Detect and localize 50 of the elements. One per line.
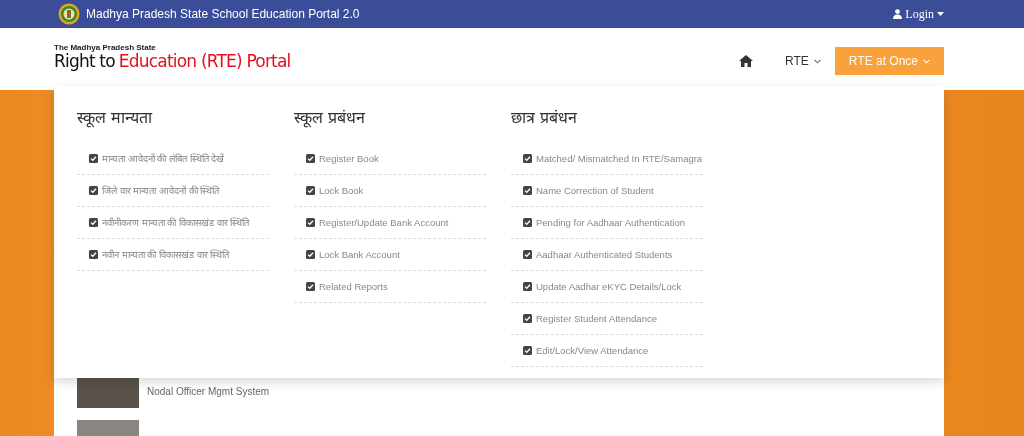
check-square-icon bbox=[523, 154, 532, 163]
logo-tagline: The Madhya Pradesh State bbox=[54, 43, 157, 53]
user-icon bbox=[893, 9, 903, 19]
emblem-icon bbox=[58, 3, 80, 25]
login-link[interactable]: Login bbox=[893, 6, 944, 22]
menu-item[interactable]: Lock Book bbox=[294, 175, 486, 207]
check-square-icon bbox=[89, 218, 98, 227]
photo-placeholder bbox=[77, 420, 139, 436]
menu-item[interactable]: Aadhaar Authenticated Students bbox=[511, 239, 703, 271]
menu-item[interactable]: Matched/ Mismatched In RTE/Samagra bbox=[511, 143, 703, 175]
menu-item[interactable]: नवीनीकरण मान्यता की विकासखंड वार स्थिति bbox=[77, 207, 269, 239]
check-square-icon bbox=[306, 154, 315, 163]
check-square-icon bbox=[306, 250, 315, 259]
portal-title: Madhya Pradesh State School Education Portal 2.0 bbox=[86, 7, 360, 21]
entry-caption: Nodal Officer Mgmt System bbox=[147, 385, 270, 397]
check-square-icon bbox=[523, 314, 532, 323]
menu-item[interactable]: Edit/Lock/View Attendance bbox=[511, 335, 703, 367]
menu-item[interactable]: नवीन मान्यता की विकासखंड वार स्थिति bbox=[77, 239, 269, 271]
menu-item[interactable]: मान्यता आवेदनों की लंबित स्थिति देखें bbox=[77, 143, 269, 175]
check-square-icon bbox=[523, 250, 532, 259]
menu-item[interactable]: Register Student Attendance bbox=[511, 303, 703, 335]
chevron-icon bbox=[813, 58, 821, 64]
nav-menu-item[interactable]: RTE bbox=[771, 47, 835, 75]
logo-title: Right to bbox=[54, 52, 115, 71]
menu-item[interactable]: Related Reports bbox=[294, 271, 486, 303]
check-square-icon bbox=[523, 282, 532, 291]
check-square-icon bbox=[306, 186, 315, 195]
caret-icon bbox=[937, 12, 944, 16]
check-square-icon bbox=[523, 346, 532, 355]
check-square-icon bbox=[89, 250, 98, 259]
nav-menu-item[interactable]: RTE at Once bbox=[834, 47, 944, 75]
chevron-icon bbox=[923, 58, 930, 64]
check-square-icon bbox=[89, 186, 98, 195]
menu-item[interactable]: Register Book bbox=[294, 143, 486, 175]
menu-item[interactable]: Lock Bank Account bbox=[294, 239, 486, 271]
menu-item[interactable]: Pending for Aadhaar Authentication bbox=[511, 207, 703, 239]
menu-item[interactable]: Register/Update Bank Account bbox=[294, 207, 486, 239]
menu-heading: स्कूल मान्यता bbox=[77, 107, 154, 128]
menu-heading: स्कूल प्रबंधन bbox=[294, 107, 367, 128]
check-square-icon bbox=[306, 218, 315, 227]
menu-item[interactable]: Name Correction of Student bbox=[511, 175, 703, 207]
menu-item[interactable]: Update Aadhar eKYC Details/Lock bbox=[511, 271, 703, 303]
menu-item[interactable]: जिले वार मान्यता आवेदनों की स्थिति bbox=[77, 175, 269, 207]
home-icon bbox=[739, 55, 754, 67]
logo-title-highlight: Education (RTE) Portal bbox=[118, 52, 291, 71]
check-square-icon bbox=[306, 282, 315, 291]
check-square-icon bbox=[523, 218, 532, 227]
check-square-icon bbox=[89, 154, 98, 163]
menu-heading: छात्र प्रबंधन bbox=[511, 107, 579, 128]
check-square-icon bbox=[523, 186, 532, 195]
